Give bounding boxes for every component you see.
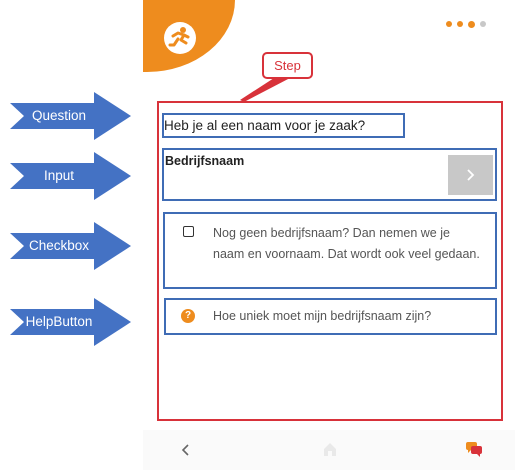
question-icon[interactable]: ? bbox=[181, 309, 195, 323]
next-button[interactable] bbox=[448, 155, 493, 195]
progress-dots bbox=[446, 20, 486, 28]
arrow-label: HelpButton bbox=[25, 314, 93, 329]
home-icon[interactable] bbox=[322, 441, 338, 457]
checkbox-label: Nog geen bedrijfsnaam? Dan nemen we je n… bbox=[213, 226, 480, 261]
helpbutton-arrow: HelpButton bbox=[10, 298, 131, 346]
company-name-value: Bedrijfsnaam bbox=[165, 154, 245, 168]
arrow-label: Question bbox=[31, 108, 87, 123]
chevron-left-icon[interactable] bbox=[177, 440, 195, 460]
chevron-right-icon bbox=[467, 169, 475, 181]
arrow-label: Checkbox bbox=[28, 238, 90, 253]
question-arrow: Question bbox=[10, 92, 131, 140]
running-figure-icon bbox=[164, 22, 196, 54]
chat-icon[interactable] bbox=[465, 441, 483, 457]
arrow-label: Input bbox=[43, 168, 75, 183]
help-button[interactable]: Hoe uniek moet mijn bedrijfsnaam zijn? bbox=[213, 309, 431, 323]
progress-dot bbox=[457, 21, 463, 27]
step-annotation-label: Step bbox=[262, 52, 313, 79]
question-text: Heb je al een naam voor je zaak? bbox=[164, 118, 366, 133]
progress-dot-current bbox=[468, 20, 475, 28]
checkbox-arrow: Checkbox bbox=[10, 222, 131, 270]
progress-dot bbox=[480, 21, 486, 27]
no-company-name-checkbox[interactable] bbox=[183, 226, 194, 237]
input-arrow: Input bbox=[10, 152, 131, 200]
progress-dot bbox=[446, 21, 452, 27]
